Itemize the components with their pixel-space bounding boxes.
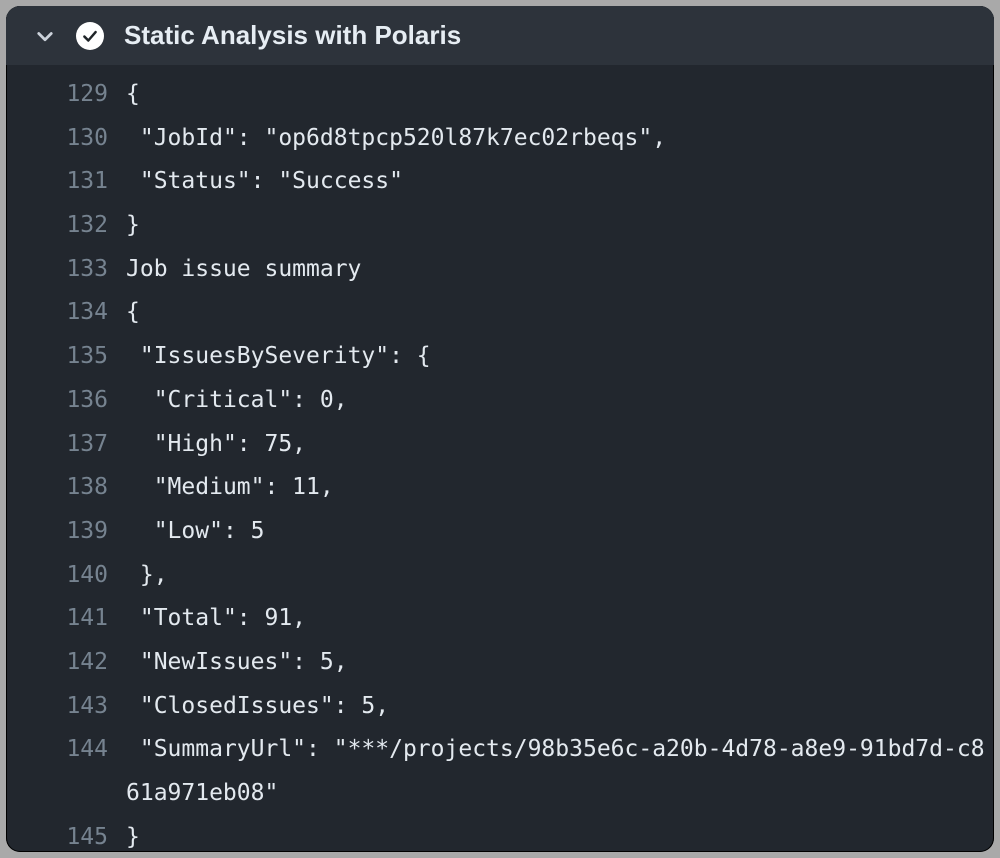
log-line: 132} — [6, 204, 994, 248]
line-number: 134 — [6, 291, 126, 335]
line-number: 142 — [6, 641, 126, 685]
log-text: "SummaryUrl": "***/projects/98b35e6c-a20… — [126, 728, 994, 815]
log-text: { — [126, 291, 994, 335]
log-text: "Medium": 11, — [126, 466, 994, 510]
log-line: 141 "Total": 91, — [6, 597, 994, 641]
line-number: 144 — [6, 728, 126, 772]
line-number: 138 — [6, 466, 126, 510]
step-title: Static Analysis with Polaris — [124, 20, 461, 51]
log-text: "High": 75, — [126, 423, 994, 467]
line-number: 137 — [6, 423, 126, 467]
log-output[interactable]: 129{130 "JobId": "op6d8tpcp520l87k7ec02r… — [6, 65, 994, 852]
log-line: 134{ — [6, 291, 994, 335]
log-text: "JobId": "op6d8tpcp520l87k7ec02rbeqs", — [126, 117, 994, 161]
line-number: 136 — [6, 379, 126, 423]
line-number: 140 — [6, 554, 126, 598]
log-text: "NewIssues": 5, — [126, 641, 994, 685]
log-line: 136 "Critical": 0, — [6, 379, 994, 423]
log-text: "Critical": 0, — [126, 379, 994, 423]
chevron-down-icon[interactable] — [34, 25, 56, 47]
log-line: 130 "JobId": "op6d8tpcp520l87k7ec02rbeqs… — [6, 117, 994, 161]
log-text: "Status": "Success" — [126, 160, 994, 204]
log-text: "Total": 91, — [126, 597, 994, 641]
log-text: { — [126, 73, 994, 117]
line-number: 129 — [6, 73, 126, 117]
step-header[interactable]: Static Analysis with Polaris — [6, 6, 994, 65]
log-text: "ClosedIssues": 5, — [126, 685, 994, 729]
line-number: 145 — [6, 816, 126, 852]
line-number: 139 — [6, 510, 126, 554]
log-line: 142 "NewIssues": 5, — [6, 641, 994, 685]
log-line: 144 "SummaryUrl": "***/projects/98b35e6c… — [6, 728, 994, 815]
line-number: 133 — [6, 248, 126, 292]
log-line: 143 "ClosedIssues": 5, — [6, 685, 994, 729]
log-line: 131 "Status": "Success" — [6, 160, 994, 204]
log-text: } — [126, 204, 994, 248]
log-panel: Static Analysis with Polaris 129{130 "Jo… — [6, 6, 994, 852]
line-number: 130 — [6, 117, 126, 161]
line-number: 135 — [6, 335, 126, 379]
log-line: 129{ — [6, 73, 994, 117]
log-line: 140 }, — [6, 554, 994, 598]
log-text: Job issue summary — [126, 248, 994, 292]
line-number: 132 — [6, 204, 126, 248]
log-text: "Low": 5 — [126, 510, 994, 554]
log-text: } — [126, 816, 994, 852]
log-line: 138 "Medium": 11, — [6, 466, 994, 510]
log-line: 137 "High": 75, — [6, 423, 994, 467]
log-text: }, — [126, 554, 994, 598]
log-text: "IssuesBySeverity": { — [126, 335, 994, 379]
check-circle-icon — [76, 22, 104, 50]
log-line: 135 "IssuesBySeverity": { — [6, 335, 994, 379]
line-number: 131 — [6, 160, 126, 204]
log-line: 133Job issue summary — [6, 248, 994, 292]
line-number: 141 — [6, 597, 126, 641]
log-line: 139 "Low": 5 — [6, 510, 994, 554]
log-line: 145} — [6, 816, 994, 852]
line-number: 143 — [6, 685, 126, 729]
